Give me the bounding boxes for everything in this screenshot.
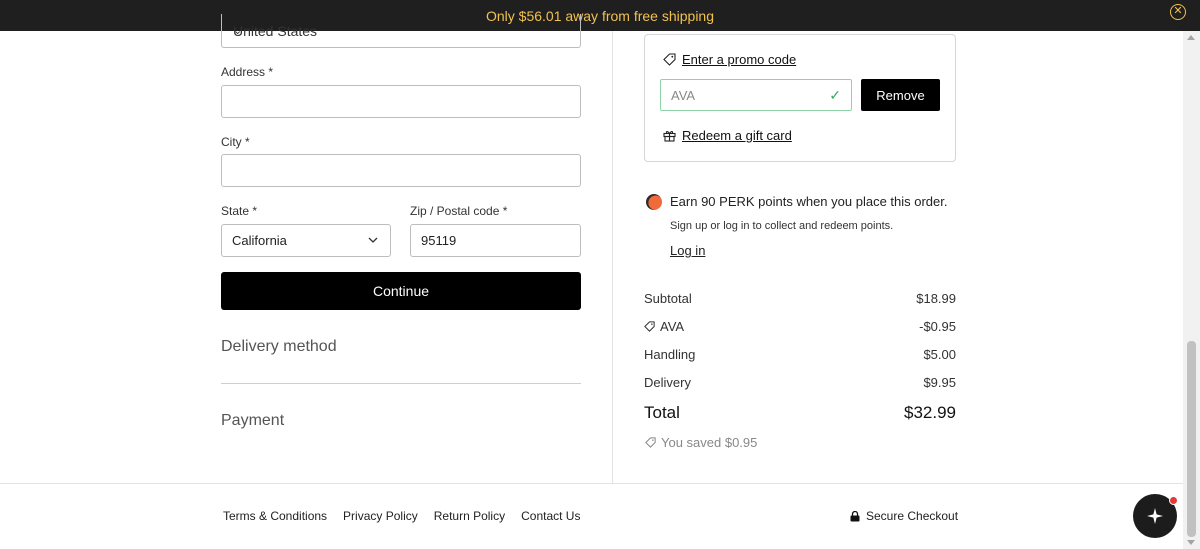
- lock-icon: [850, 510, 860, 521]
- summary-total-row: Total $32.99: [644, 403, 956, 423]
- enter-promo-link[interactable]: Enter a promo code: [663, 52, 796, 67]
- state-value: California: [232, 233, 287, 248]
- chevron-down-icon: ⌄: [233, 25, 243, 37]
- savings-note: You saved $0.95: [645, 435, 757, 450]
- free-shipping-banner: Only $56.01 away from free shipping ✕: [0, 0, 1200, 31]
- promo-code-input[interactable]: AVA ✓: [660, 79, 852, 111]
- summary-label: Delivery: [644, 375, 691, 390]
- scroll-up-arrow-icon[interactable]: [1187, 35, 1195, 40]
- notification-dot: [1169, 496, 1178, 505]
- summary-row-handling: Handling $5.00: [644, 347, 956, 362]
- perk-sub-text: Sign up or log in to collect and redeem …: [670, 220, 894, 232]
- summary-value: -$0.95: [919, 319, 956, 334]
- state-label: State *: [221, 204, 258, 218]
- footer-link-privacy[interactable]: Privacy Policy: [343, 509, 418, 523]
- footer-link-return[interactable]: Return Policy: [434, 509, 505, 523]
- secure-checkout-text: Secure Checkout: [866, 509, 959, 523]
- summary-row-discount: AVA -$0.95: [644, 319, 956, 334]
- checkmark-icon: ✓: [829, 87, 841, 103]
- section-divider: [221, 383, 581, 384]
- address-field[interactable]: [221, 85, 581, 118]
- summary-value: $18.99: [916, 291, 956, 306]
- total-value: $32.99: [904, 403, 956, 422]
- address-label: Address *: [221, 65, 274, 79]
- summary-label: AVA: [660, 319, 685, 334]
- enter-promo-label: Enter a promo code: [682, 52, 797, 67]
- summary-label: Handling: [644, 347, 696, 362]
- payment-heading[interactable]: Payment: [221, 412, 284, 430]
- total-label: Total: [644, 403, 680, 422]
- close-icon[interactable]: ✕: [1170, 4, 1186, 20]
- gift-card-label: Redeem a gift card: [682, 128, 792, 143]
- summary-value: $9.95: [923, 375, 956, 390]
- column-divider: [612, 31, 613, 483]
- summary-row-subtotal: Subtotal $18.99: [644, 291, 956, 306]
- summary-value: $5.00: [923, 347, 956, 362]
- zip-field[interactable]: 95119: [410, 224, 581, 257]
- footer-link-contact[interactable]: Contact Us: [521, 509, 580, 523]
- perk-earn-text: Earn 90 PERK points when you place this …: [670, 194, 948, 209]
- country-select[interactable]: United States ⌄: [221, 14, 581, 48]
- summary-row-delivery: Delivery $9.95: [644, 375, 956, 390]
- perk-logo-icon: [646, 194, 662, 210]
- tag-icon: [644, 321, 655, 332]
- gift-icon: [663, 131, 676, 142]
- scrollbar-thumb[interactable]: [1187, 341, 1196, 537]
- state-select[interactable]: California: [221, 224, 391, 257]
- zip-label: Zip / Postal code *: [410, 204, 508, 218]
- login-link[interactable]: Log in: [670, 243, 705, 258]
- tag-icon: [663, 53, 676, 66]
- summary-label: Subtotal: [644, 291, 692, 306]
- redeem-gift-card-link[interactable]: Redeem a gift card: [663, 128, 792, 143]
- secure-checkout-label: Secure Checkout: [850, 509, 958, 523]
- remove-promo-button[interactable]: Remove: [861, 79, 940, 111]
- footer-links: Terms & Conditions Privacy Policy Return…: [223, 509, 580, 523]
- city-field[interactable]: [221, 154, 581, 187]
- saved-text: You saved $0.95: [661, 435, 758, 450]
- scroll-down-arrow-icon[interactable]: [1187, 540, 1195, 545]
- delivery-method-heading[interactable]: Delivery method: [221, 338, 337, 356]
- city-label: City *: [221, 135, 250, 149]
- promo-code-value: AVA: [671, 87, 696, 103]
- footer-divider: [0, 483, 1183, 484]
- continue-button[interactable]: Continue: [221, 272, 581, 310]
- tag-icon: [645, 437, 656, 448]
- footer-link-terms[interactable]: Terms & Conditions: [223, 509, 327, 523]
- chevron-down-icon: [368, 237, 378, 243]
- page-scrollbar[interactable]: [1183, 31, 1200, 549]
- sparkle-icon: [1147, 508, 1163, 524]
- banner-suffix: away from free shipping: [565, 7, 715, 24]
